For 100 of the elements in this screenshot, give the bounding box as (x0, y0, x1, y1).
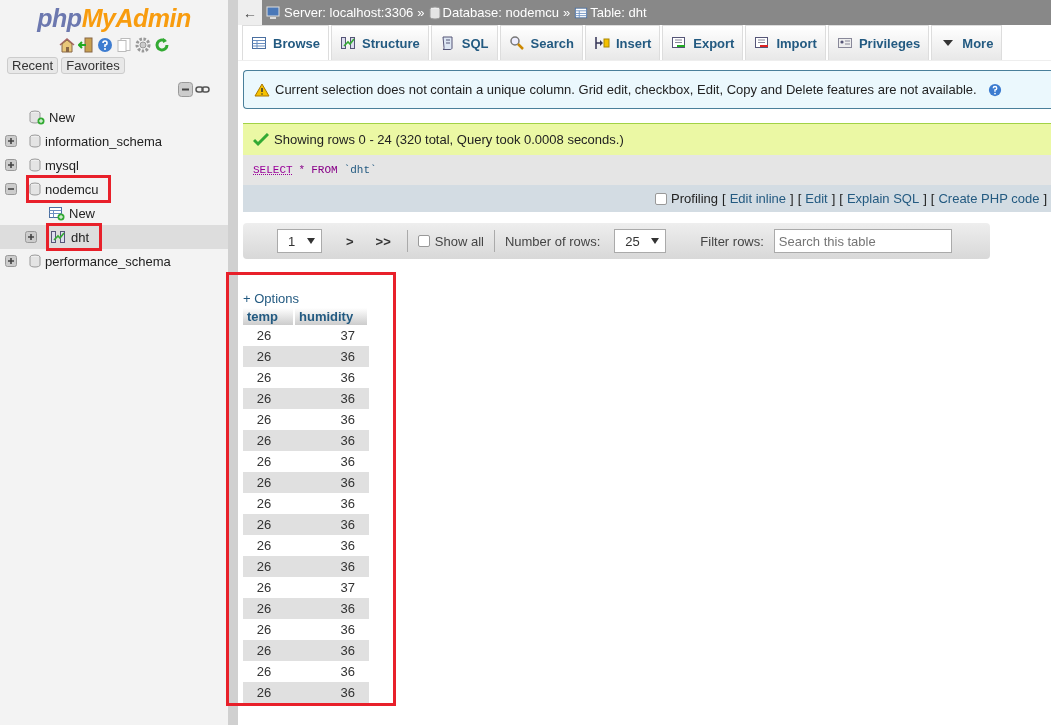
tab[interactable]: Privileges (827, 25, 930, 60)
table-icon (251, 35, 267, 51)
collapse-all-icon[interactable] (178, 82, 193, 97)
expand-icon[interactable] (5, 255, 17, 267)
database-icon (29, 254, 41, 268)
table-cell: 26 (243, 640, 295, 661)
breadcrumb-link[interactable]: Table: dht (590, 5, 647, 20)
import-icon (754, 35, 771, 51)
table-cell-text: 26 (255, 327, 273, 345)
database-icon (29, 182, 41, 196)
table-cell-text: 36 (339, 369, 356, 387)
nav-button[interactable]: Recent (7, 57, 59, 74)
tab[interactable]: Export (662, 25, 744, 60)
table-cell: 36 (295, 388, 369, 409)
insert-icon (593, 35, 610, 51)
export-icon (671, 35, 688, 51)
tab[interactable]: Import (745, 25, 826, 60)
action-link[interactable]: Edit inline (729, 191, 786, 206)
column-header[interactable]: temp (243, 308, 295, 325)
next-page-button[interactable]: > (340, 233, 360, 249)
table-cell: 26 (243, 556, 295, 577)
show-all-checkbox[interactable] (417, 235, 430, 247)
profiling-label: Profiling (671, 191, 718, 206)
sql-token: SELECT (253, 164, 293, 176)
table-cell-text: 36 (339, 663, 356, 681)
tree-item-label[interactable]: performance_schema (45, 253, 171, 269)
rows-label: Number of rows: (504, 233, 601, 249)
breadcrumb-separator: » (417, 5, 425, 20)
tree-row[interactable]: New (5, 105, 228, 129)
last-page-button[interactable]: >> (369, 233, 397, 249)
table-cell: 36 (295, 682, 369, 703)
tree-item-label[interactable]: New (69, 205, 95, 221)
rows-select[interactable]: 25 (614, 229, 667, 253)
expand-icon[interactable] (25, 231, 37, 243)
tab[interactable]: SQL (430, 25, 498, 60)
help-icon[interactable] (96, 37, 113, 53)
settings-icon[interactable] (134, 37, 151, 53)
tab[interactable]: Browse (242, 25, 329, 60)
caret-icon (651, 238, 660, 244)
table-cell: 26 (243, 598, 295, 619)
bracket-text: ] (1043, 191, 1047, 206)
collapse-icon[interactable] (5, 183, 17, 195)
tab[interactable]: More (931, 25, 1003, 60)
table-add-icon (49, 205, 65, 221)
database-icon (29, 158, 41, 172)
table-cell: 26 (243, 388, 295, 409)
tree-item-label[interactable]: mysql (45, 157, 79, 173)
tab[interactable]: Search (499, 25, 583, 60)
tree-row[interactable]: nodemcu (5, 177, 228, 201)
table-cell-text: 37 (339, 327, 356, 345)
table-cell-text: 36 (339, 453, 356, 471)
tab[interactable]: Structure (330, 25, 429, 60)
table-cell: 36 (295, 640, 369, 661)
tree-item-label[interactable]: New (49, 109, 75, 125)
table-cell: 26 (243, 346, 295, 367)
tree-item-label[interactable]: nodemcu (45, 181, 99, 197)
options-link[interactable]: + Options (243, 291, 369, 306)
scroll-icon (439, 35, 456, 51)
tab[interactable]: Insert (584, 25, 661, 60)
action-link[interactable]: Edit (805, 191, 828, 206)
warning-icon (254, 82, 270, 97)
check-icon (253, 132, 269, 147)
profiling-checkbox[interactable] (655, 192, 668, 205)
expand-icon[interactable] (5, 135, 17, 147)
table-cell-text: 36 (339, 621, 356, 639)
tree-row[interactable]: dht (0, 225, 228, 249)
table-icon (574, 5, 589, 20)
column-header[interactable]: humidity (295, 308, 369, 325)
id-card-icon (836, 35, 853, 51)
structure-icon (339, 35, 356, 51)
bracket-text: ] (790, 191, 794, 206)
tree-item-label[interactable]: dht (71, 229, 90, 245)
action-link[interactable]: Create PHP code (938, 191, 1040, 206)
tree-item-label[interactable]: information_schema (45, 133, 163, 149)
table-cell-text: 26 (255, 411, 273, 429)
help-icon[interactable] (987, 82, 1002, 97)
database-icon (428, 5, 441, 20)
reload-icon[interactable] (153, 37, 170, 53)
bracket-text: [ (722, 191, 726, 206)
nav-button[interactable]: Favorites (61, 57, 125, 74)
table-cell-text: 36 (339, 537, 356, 555)
home-icon[interactable] (58, 37, 75, 53)
show-all-label: Show all (434, 233, 484, 249)
tree-row[interactable]: information_schema (5, 129, 228, 153)
tree-row[interactable]: New (25, 201, 228, 225)
server-icon (266, 5, 282, 20)
caret-icon (307, 238, 315, 244)
table-cell-text: 37 (339, 579, 356, 597)
expand-icon[interactable] (5, 159, 17, 171)
filter-field[interactable]: Search this table (773, 229, 952, 253)
page-select[interactable]: 1 (277, 229, 322, 253)
breadcrumb-link[interactable]: Database: nodemcu (442, 5, 559, 20)
back-button[interactable]: ← (238, 0, 262, 25)
action-link[interactable]: Explain SQL (846, 191, 920, 206)
table-cell: 36 (295, 472, 369, 493)
table-cell-text: 26 (255, 369, 273, 387)
exit-door-icon[interactable] (77, 37, 94, 53)
breadcrumb-link[interactable]: Server: localhost:3306 (284, 5, 414, 20)
tree-row[interactable]: performance_schema (5, 249, 228, 273)
tree-row[interactable]: mysql (5, 153, 228, 177)
